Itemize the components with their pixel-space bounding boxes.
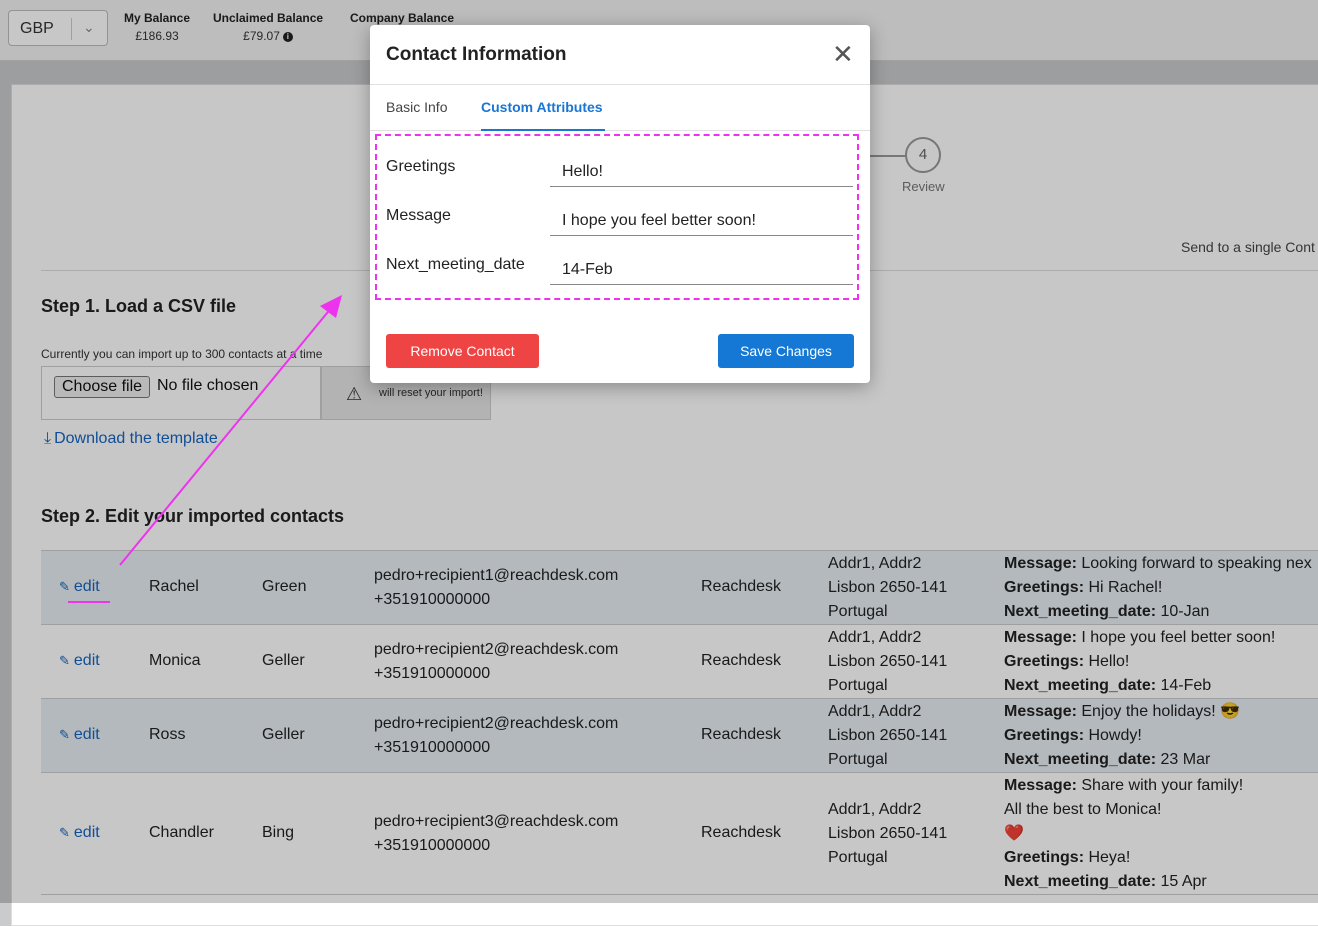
modal-title: Contact Information bbox=[386, 44, 567, 65]
modal-header-divider bbox=[370, 84, 870, 85]
greetings-input[interactable]: Hello! bbox=[550, 153, 853, 187]
next-meeting-date-input[interactable]: 14-Feb bbox=[550, 251, 853, 285]
greetings-label: Greetings bbox=[386, 158, 456, 175]
message-input[interactable]: I hope you feel better soon! bbox=[550, 202, 853, 236]
tab-custom-attributes[interactable]: Custom Attributes bbox=[481, 99, 603, 115]
next-meeting-date-label: Next_meeting_date bbox=[386, 256, 525, 273]
remove-contact-button[interactable]: Remove Contact bbox=[386, 334, 539, 368]
tab-basic-info[interactable]: Basic Info bbox=[386, 99, 447, 115]
save-changes-button[interactable]: Save Changes bbox=[718, 334, 854, 368]
close-icon[interactable]: ✕ bbox=[832, 41, 854, 67]
tabs-divider bbox=[370, 130, 870, 131]
active-tab-indicator bbox=[481, 129, 605, 131]
contact-info-modal: Contact Information ✕ Basic Info Custom … bbox=[370, 25, 870, 383]
message-label: Message bbox=[386, 207, 451, 224]
